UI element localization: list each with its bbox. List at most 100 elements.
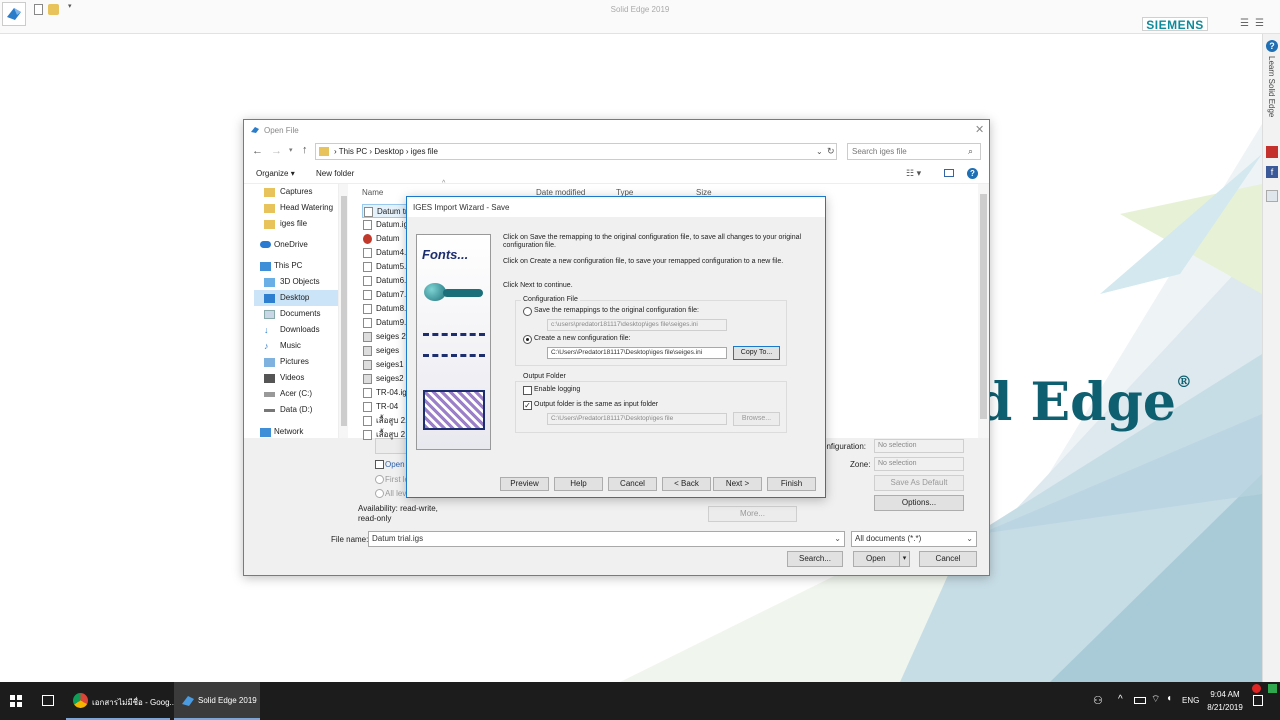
cancel-button[interactable]: Cancel [919,551,977,567]
notification-icon[interactable] [1253,695,1263,706]
file-scroll-thumb[interactable] [980,194,987,419]
recent-dropdown-icon[interactable]: ▾ [289,146,293,154]
breadcrumb-this-pc[interactable]: This PC [339,147,367,156]
first-level-radio[interactable] [375,475,384,484]
youtube-icon[interactable] [1266,146,1278,158]
clock-time[interactable]: 9:04 AM [1206,690,1244,699]
breadcrumb-iges-file[interactable]: iges file [411,147,438,156]
nav-downloads[interactable]: ↓ Downloads [254,322,338,338]
copy-to-button[interactable]: Copy To... [733,346,780,360]
wifi-icon[interactable]: ⌔ [1151,693,1160,706]
file-row[interactable]: TR-04.ig [362,386,412,400]
nav-onedrive[interactable]: OneDrive [244,237,328,253]
open-readonly-checkbox[interactable] [375,460,384,469]
new-folder-button[interactable]: New folder [316,169,354,178]
file-row[interactable]: Datum9. [362,316,412,330]
ribbon-settings-icon[interactable]: ☰ [1255,18,1264,29]
solid-edge-task[interactable]: Solid Edge 2019 [174,682,260,720]
nav-3d-objects[interactable]: 3D Objects [254,274,338,290]
finish-button[interactable]: Finish [767,477,816,491]
file-scrollbar[interactable] [978,184,989,438]
create-path-field[interactable]: C:\Users\Predator181117\Desktop\iges fil… [547,347,727,359]
nav-drive-d[interactable]: Data (D:) [254,402,338,418]
battery-icon[interactable] [1134,697,1146,704]
nav-this-pc[interactable]: This PC [244,258,328,274]
app-menu-button[interactable] [2,2,26,26]
new-document-icon[interactable] [34,4,43,15]
file-row[interactable]: Datum tr [362,204,412,218]
task-view-icon[interactable] [42,695,54,706]
nav-desktop[interactable]: Desktop [254,290,338,306]
open-button[interactable]: Open ▾ [853,551,910,567]
filename-dropdown-icon[interactable]: ⌄ [834,532,841,546]
ribbon-menu-icon[interactable]: ☰ [1240,18,1249,29]
open-dropdown-icon[interactable]: ▾ [899,552,909,566]
file-row[interactable]: seiges2 [362,372,412,386]
file-row[interactable]: Datum8. [362,302,412,316]
help-button[interactable]: Help [554,477,603,491]
back-button[interactable]: < Back [662,477,711,491]
all-levels-radio[interactable] [375,489,384,498]
address-bar[interactable]: › This PC › Desktop › iges file ⌄ ↻ [315,143,837,160]
column-name[interactable]: Name [362,188,383,197]
enable-logging-checkbox[interactable] [523,386,532,395]
search-input[interactable]: Search iges file ⌕ [847,143,981,160]
file-row[interactable]: เสื้อสูบ 2 [362,428,412,442]
help-icon[interactable]: ? [1266,40,1278,52]
search-button[interactable]: Search... [787,551,843,567]
file-row[interactable]: seiges1 [362,358,412,372]
save-as-default-button[interactable]: Save As Default [874,475,964,491]
filetype-dropdown-icon[interactable]: ⌄ [966,532,973,546]
file-row[interactable]: TR-04 [362,400,412,414]
configuration-select[interactable]: No selection [874,439,964,453]
file-row[interactable]: seiges 2 [362,330,412,344]
wizard-cancel-button[interactable]: Cancel [608,477,657,491]
quick-access-dropdown-icon[interactable]: ▾ [68,2,72,10]
address-dropdown-icon[interactable]: ⌄ [816,147,823,156]
refresh-icon[interactable]: ↻ [827,146,835,157]
same-folder-checkbox[interactable]: ✓ [523,401,532,410]
filetype-select[interactable]: All documents (*.*) ⌄ [851,531,977,547]
community-icon[interactable] [1266,190,1278,202]
nav-music[interactable]: ♪ Music [254,338,338,354]
language-indicator[interactable]: ENG [1182,696,1199,705]
people-icon[interactable]: ⚇ [1093,694,1103,707]
file-row[interactable]: Datum5. [362,260,412,274]
up-arrow-icon[interactable]: ↑ [302,144,308,156]
dialog-help-icon[interactable]: ? [967,168,978,179]
browse-button[interactable]: Browse... [733,412,780,426]
view-options-icon[interactable]: ☷ ▾ [906,168,921,179]
nav-pictures[interactable]: Pictures [254,354,338,370]
file-row[interactable]: Datum [362,232,412,246]
nav-drive-c[interactable]: Acer (C:) [254,386,338,402]
zone-select[interactable]: No selection [874,457,964,471]
chrome-task[interactable]: เอกสารไม่มีชื่อ - Goog... [66,682,176,720]
nav-videos[interactable]: Videos [254,370,338,386]
learn-solid-edge-tab[interactable]: Learn Solid Edge [1267,56,1276,117]
next-button[interactable]: Next > [713,477,762,491]
nav-scroll-thumb[interactable] [341,196,347,426]
tray-expand-icon[interactable]: ^ [1118,694,1123,705]
nav-documents[interactable]: Documents [254,306,338,322]
clock-date[interactable]: 8/21/2019 [1204,703,1246,712]
file-row[interactable]: Datum4. [362,246,412,260]
open-document-icon[interactable] [48,4,59,15]
forward-arrow-icon[interactable]: → [271,145,282,157]
nav-scrollbar[interactable] [338,184,348,438]
nav-captures[interactable]: Captures [254,184,338,200]
facebook-icon[interactable]: f [1266,166,1278,178]
nav-network[interactable]: Network [244,424,328,440]
volume-icon[interactable]: ◖ [1166,693,1172,704]
file-row[interactable]: Datum7. [362,288,412,302]
save-remapping-radio[interactable] [523,307,532,316]
tray-app-icon[interactable] [1268,684,1277,693]
windows-start-icon[interactable] [10,695,22,707]
file-row[interactable]: seiges [362,344,412,358]
filename-input[interactable]: Datum trial.igs ⌄ [368,531,845,547]
file-row[interactable]: Datum.ig [362,218,412,232]
nav-iges-file[interactable]: iges file [254,216,338,232]
options-button[interactable]: Options... [874,495,964,511]
create-new-radio[interactable] [523,335,532,344]
breadcrumb-desktop[interactable]: Desktop [374,147,403,156]
back-arrow-icon[interactable]: ← [252,145,263,157]
